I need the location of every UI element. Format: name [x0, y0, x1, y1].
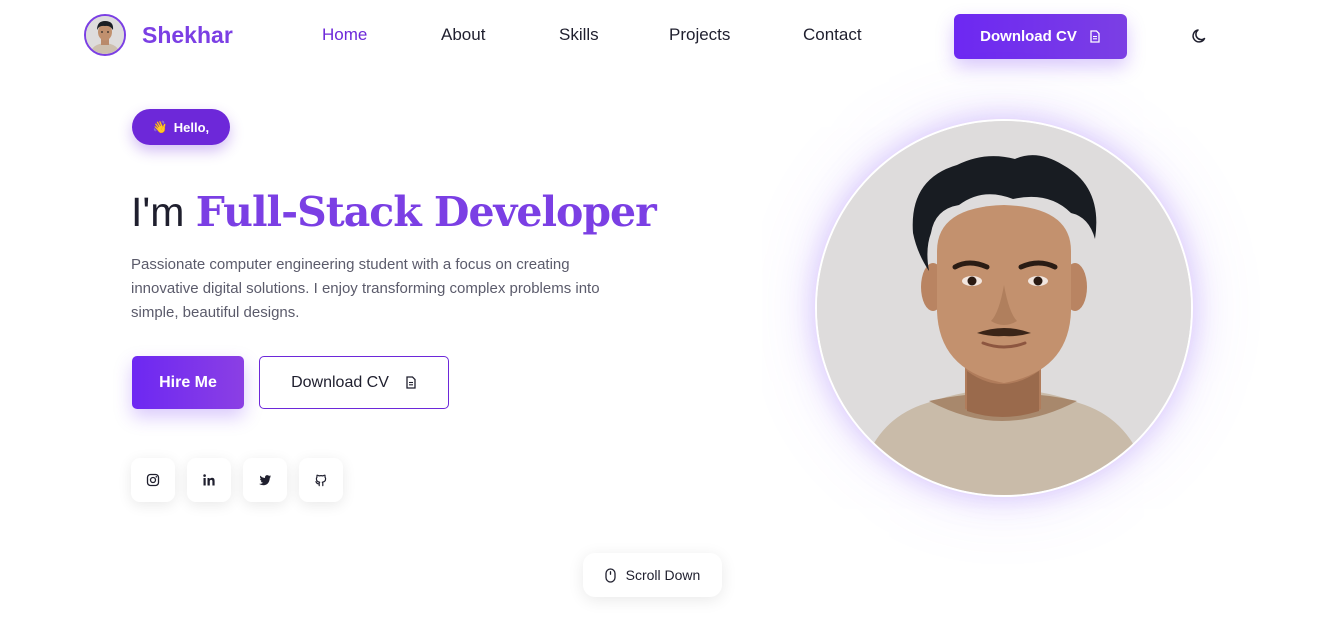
- nav-download-cv-button[interactable]: Download CV: [954, 14, 1127, 59]
- hire-me-button[interactable]: Hire Me: [132, 356, 244, 409]
- document-icon: [406, 376, 416, 389]
- hero-headline: I'm Full-Stack Developer: [131, 186, 657, 238]
- profile-photo: [815, 119, 1193, 497]
- intro-line: innovative digital solutions. I enjoy tr…: [131, 280, 600, 297]
- profile-portrait-illustration: [817, 121, 1191, 495]
- scroll-down-button[interactable]: Scroll Down: [583, 553, 722, 597]
- nav-link-about[interactable]: About: [441, 25, 485, 45]
- github-link[interactable]: [299, 458, 343, 502]
- profile-avatar-icon: [86, 16, 124, 54]
- top-navbar: Shekhar Home About Skills Projects Conta…: [0, 0, 1325, 72]
- linkedin-link[interactable]: [187, 458, 231, 502]
- github-icon: [315, 474, 327, 487]
- instagram-link[interactable]: [131, 458, 175, 502]
- nav-link-home[interactable]: Home: [322, 25, 367, 45]
- download-cv-label: Download CV: [291, 373, 389, 391]
- document-icon: [1090, 30, 1100, 43]
- hello-badge: 👋 Hello,: [132, 109, 230, 145]
- nav-link-skills[interactable]: Skills: [559, 25, 599, 45]
- download-cv-button[interactable]: Download CV: [259, 356, 449, 409]
- hero-intro: Passionate computer engineering student …: [131, 253, 651, 325]
- moon-icon: [1192, 29, 1206, 43]
- scroll-down-label: Scroll Down: [625, 567, 701, 583]
- intro-line: simple, beautiful designs.: [131, 304, 300, 321]
- instagram-icon: [146, 473, 160, 487]
- nav-link-contact[interactable]: Contact: [803, 25, 862, 45]
- twitter-icon: [259, 475, 271, 486]
- linkedin-icon: [203, 474, 215, 486]
- headline-role: Full-Stack Developer: [195, 188, 657, 236]
- nav-link-projects[interactable]: Projects: [669, 25, 730, 45]
- brand-name: Shekhar: [142, 21, 233, 48]
- theme-toggle-button[interactable]: [1191, 27, 1209, 45]
- hello-badge-label: Hello,: [173, 119, 210, 135]
- waving-hand-icon: 👋: [152, 120, 168, 134]
- mouse-icon: [604, 567, 616, 583]
- twitter-link[interactable]: [243, 458, 287, 502]
- headline-prefix: I'm: [131, 189, 185, 235]
- nav-download-cv-label: Download CV: [980, 28, 1077, 45]
- brand-avatar: [84, 14, 126, 56]
- brand[interactable]: Shekhar: [84, 14, 233, 56]
- intro-line: Passionate computer engineering student …: [131, 256, 570, 273]
